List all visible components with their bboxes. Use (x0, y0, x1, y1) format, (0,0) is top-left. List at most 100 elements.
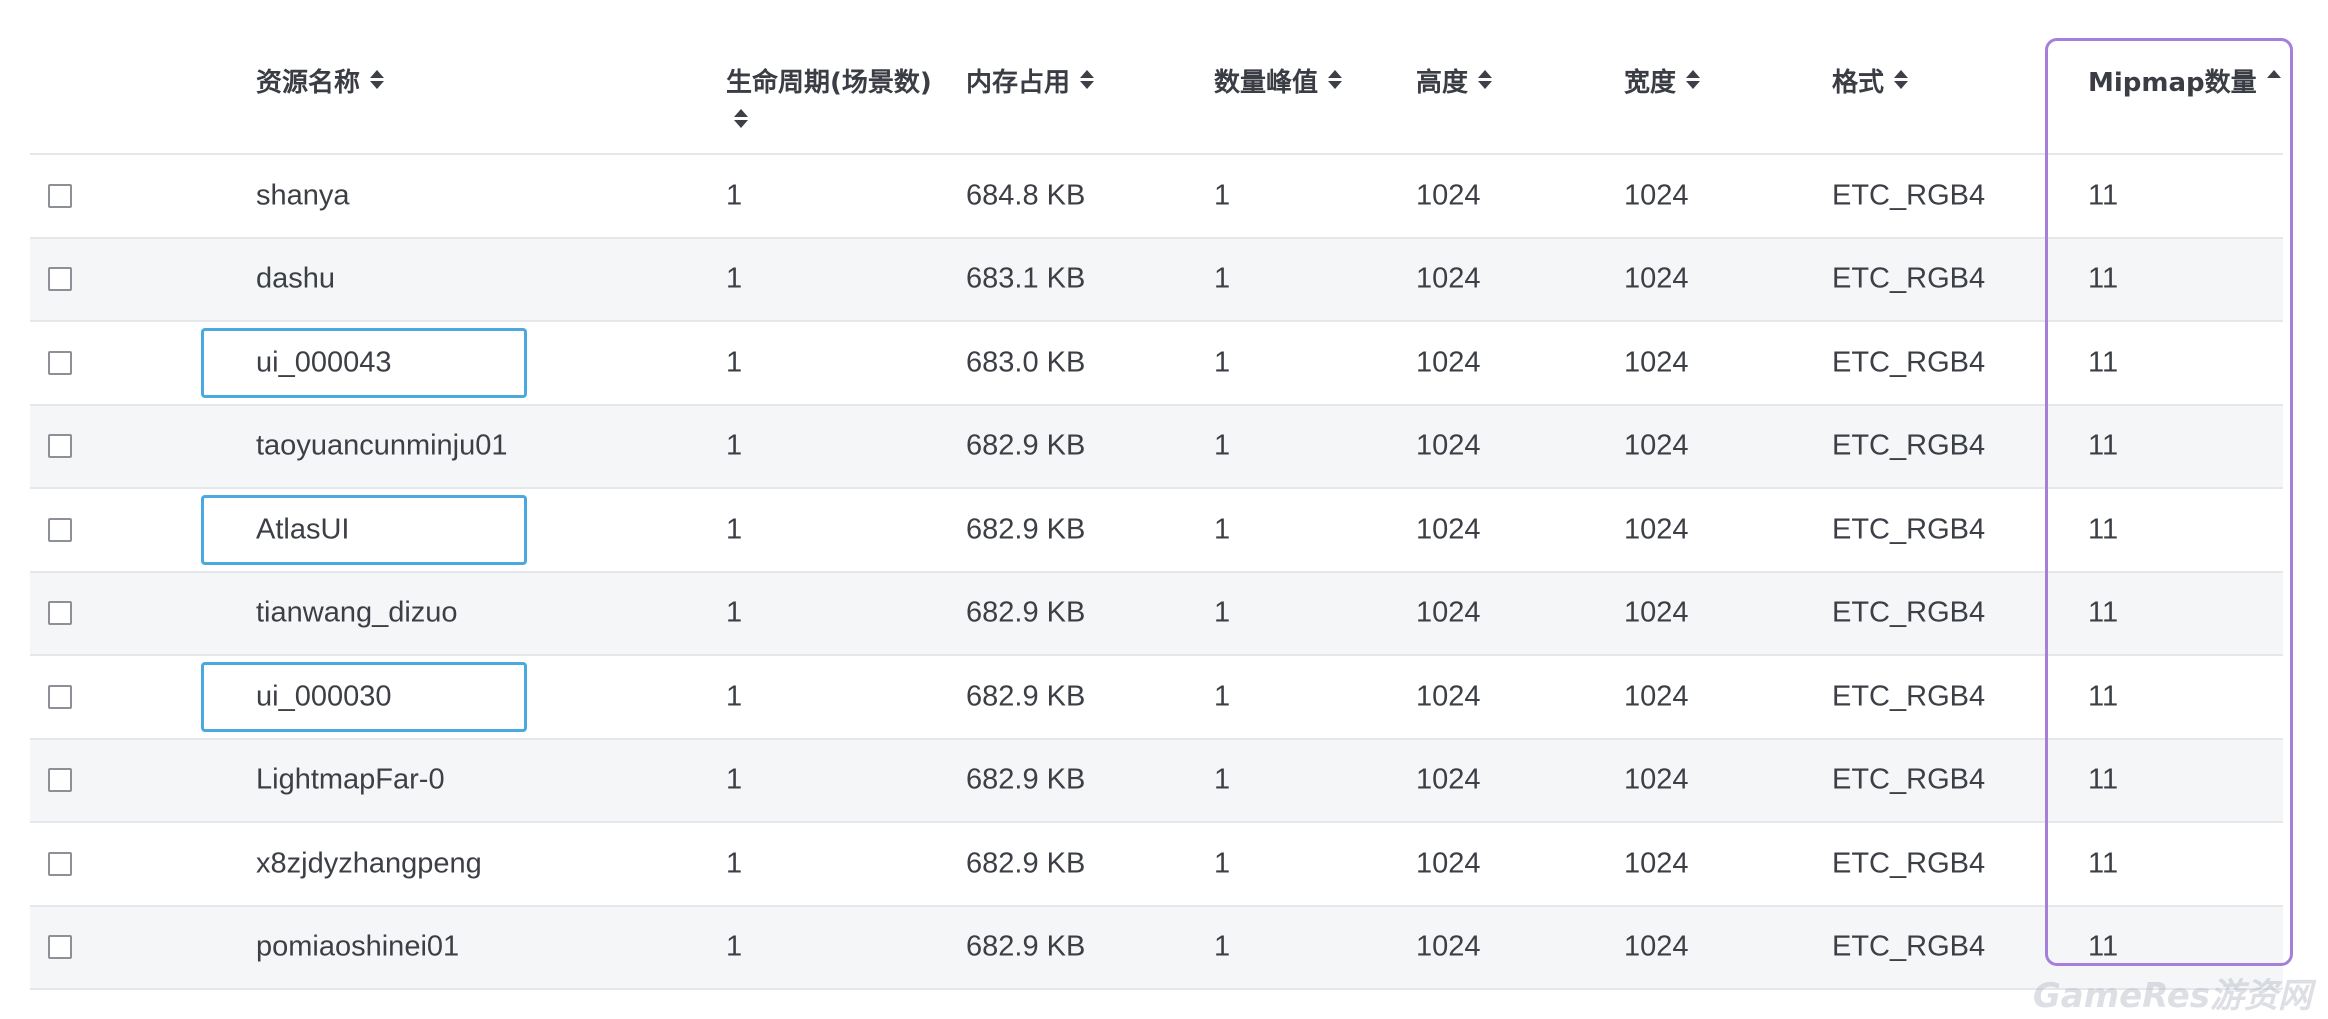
cell-width: 1024 (1624, 179, 1689, 212)
cell-memory: 682.9 KB (966, 429, 1086, 462)
column-header-lifecycle[interactable]: 生命周期(场景数) (726, 62, 932, 128)
cell-format: ETC_RGB4 (1832, 930, 1986, 963)
row-checkbox[interactable] (48, 684, 72, 709)
column-header-height[interactable]: 高度 (1416, 62, 1493, 99)
row-checkbox[interactable] (48, 517, 72, 542)
cell-format: ETC_RGB4 (1832, 513, 1986, 546)
cell-peak: 1 (1214, 930, 1231, 963)
cell-width: 1024 (1624, 847, 1689, 880)
column-header-format[interactable]: 格式 (1832, 62, 1909, 99)
cell-width: 1024 (1624, 680, 1689, 713)
cell-mipmap: 11 (2088, 763, 2119, 796)
table-row[interactable]: shanya 1 684.8 KB 1 1024 1024 ETC_RGB4 11 (30, 155, 2283, 239)
cell-mipmap: 11 (2088, 596, 2119, 629)
table-row[interactable]: taoyuancunminju01 1 682.9 KB 1 1024 1024 ETC_R… (30, 405, 2283, 489)
cell-mipmap: 11 (2088, 680, 2119, 713)
row-checkbox[interactable] (48, 350, 72, 375)
cell-width: 1024 (1624, 930, 1689, 963)
cell-name: tianwang_dizuo (256, 596, 458, 629)
sort-icon[interactable] (1328, 70, 1343, 89)
row-checkbox[interactable] (48, 601, 72, 626)
name-highlight-box (201, 494, 527, 565)
cell-mipmap: 11 (2088, 930, 2119, 963)
cell-lifecycle: 1 (726, 262, 743, 295)
cell-lifecycle: 1 (726, 429, 743, 462)
cell-peak: 1 (1214, 346, 1231, 379)
cell-mipmap: 11 (2088, 847, 2119, 880)
table-row[interactable]: x8zjdyzhangpeng 1 682.9 KB 1 1024 1024 ETC_RGB… (30, 823, 2283, 907)
cell-memory: 683.1 KB (966, 262, 1086, 295)
cell-name: ui_000030 (256, 680, 392, 713)
row-checkbox[interactable] (48, 851, 72, 876)
column-header-width[interactable]: 宽度 (1624, 62, 1701, 99)
column-header-peak[interactable]: 数量峰值 (1214, 62, 1343, 99)
cell-peak: 1 (1214, 596, 1231, 629)
cell-height: 1024 (1416, 596, 1481, 629)
cell-mipmap: 11 (2088, 429, 2119, 462)
sort-icon[interactable] (1080, 70, 1095, 89)
cell-format: ETC_RGB4 (1832, 763, 1986, 796)
cell-peak: 1 (1214, 763, 1231, 796)
cell-lifecycle: 1 (726, 179, 743, 212)
row-checkbox[interactable] (48, 935, 72, 960)
cell-height: 1024 (1416, 429, 1481, 462)
cell-width: 1024 (1624, 513, 1689, 546)
cell-memory: 682.9 KB (966, 930, 1086, 963)
sort-icon[interactable] (734, 109, 932, 128)
cell-width: 1024 (1624, 262, 1689, 295)
cell-lifecycle: 1 (726, 847, 743, 880)
cell-name: pomiaoshinei01 (256, 930, 460, 963)
row-checkbox[interactable] (48, 183, 72, 208)
cell-format: ETC_RGB4 (1832, 847, 1986, 880)
table-row[interactable]: LightmapFar-0 1 682.9 KB 1 1024 1024 ETC_RGB4 1… (30, 739, 2283, 823)
cell-height: 1024 (1416, 346, 1481, 379)
cell-memory: 682.9 KB (966, 847, 1086, 880)
cell-memory: 682.9 KB (966, 513, 1086, 546)
column-header-mipmap[interactable]: Mipmap数量 (2088, 62, 2281, 99)
cell-width: 1024 (1624, 346, 1689, 379)
cell-peak: 1 (1214, 179, 1231, 212)
table-row[interactable]: AtlasUI 1 682.9 KB 1 1024 1024 ETC_RGB4 11 (30, 489, 2283, 573)
column-header-memory[interactable]: 内存占用 (966, 62, 1095, 99)
cell-mipmap: 11 (2088, 513, 2119, 546)
cell-height: 1024 (1416, 680, 1481, 713)
cell-name: x8zjdyzhangpeng (256, 847, 482, 880)
cell-height: 1024 (1416, 847, 1481, 880)
sort-icon[interactable] (370, 70, 385, 89)
cell-peak: 1 (1214, 680, 1231, 713)
cell-peak: 1 (1214, 513, 1231, 546)
row-checkbox[interactable] (48, 768, 72, 793)
cell-mipmap: 11 (2088, 262, 2119, 295)
cell-name: LightmapFar-0 (256, 763, 445, 796)
sort-ascending-icon[interactable] (2266, 70, 2281, 89)
table-header: 资源名称 生命周期(场景数) 内存占用 数量峰值 高度 宽度 格式 Mipmap… (30, 0, 2283, 155)
sort-icon[interactable] (1894, 70, 1909, 89)
sort-icon[interactable] (1686, 70, 1701, 89)
table-row[interactable]: dashu 1 683.1 KB 1 1024 1024 ETC_RGB4 11 (30, 238, 2283, 322)
cell-height: 1024 (1416, 763, 1481, 796)
cell-format: ETC_RGB4 (1832, 179, 1986, 212)
cell-lifecycle: 1 (726, 930, 743, 963)
cell-memory: 682.9 KB (966, 680, 1086, 713)
cell-name: AtlasUI (256, 513, 350, 546)
cell-memory: 682.9 KB (966, 763, 1086, 796)
cell-format: ETC_RGB4 (1832, 680, 1986, 713)
cell-peak: 1 (1214, 429, 1231, 462)
table-row[interactable]: ui_000043 1 683.0 KB 1 1024 1024 ETC_RGB4 11 (30, 322, 2283, 406)
table-row[interactable]: pomiaoshinei01 1 682.9 KB 1 1024 1024 ETC_RGB4… (30, 906, 2283, 990)
row-checkbox[interactable] (48, 267, 72, 292)
cell-lifecycle: 1 (726, 680, 743, 713)
table-row[interactable]: ui_000030 1 682.9 KB 1 1024 1024 ETC_RGB4 11 (30, 656, 2283, 740)
cell-format: ETC_RGB4 (1832, 429, 1986, 462)
table-body: shanya 1 684.8 KB 1 1024 1024 ETC_RGB4 11 dashu 1… (30, 155, 2283, 990)
cell-format: ETC_RGB4 (1832, 596, 1986, 629)
cell-name: shanya (256, 179, 350, 212)
cell-height: 1024 (1416, 513, 1481, 546)
cell-format: ETC_RGB4 (1832, 346, 1986, 379)
column-header-name[interactable]: 资源名称 (256, 62, 385, 99)
cell-height: 1024 (1416, 262, 1481, 295)
row-checkbox[interactable] (48, 434, 72, 459)
cell-lifecycle: 1 (726, 596, 743, 629)
table-row[interactable]: tianwang_dizuo 1 682.9 KB 1 1024 1024 ETC_RGB4… (30, 572, 2283, 656)
sort-icon[interactable] (1478, 70, 1493, 89)
